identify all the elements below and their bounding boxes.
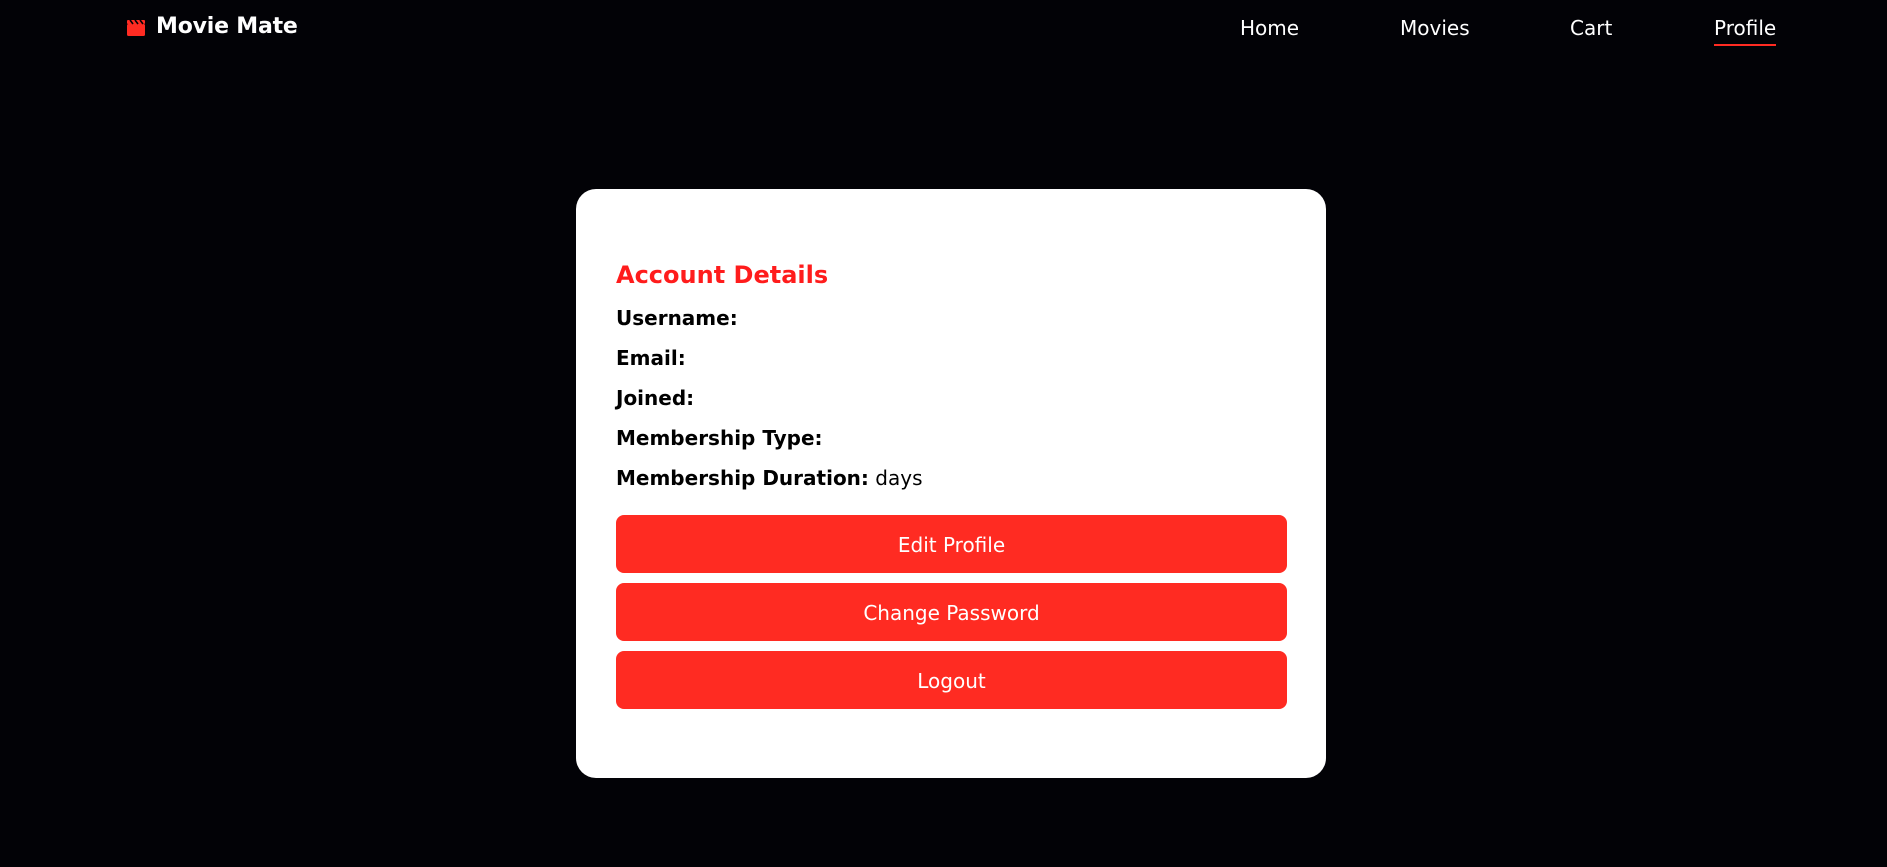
logout-button[interactable]: Logout xyxy=(616,651,1287,709)
brand-name: Movie Mate xyxy=(156,14,298,39)
clapperboard-icon xyxy=(126,18,146,36)
change-password-button[interactable]: Change Password xyxy=(616,583,1287,641)
email-row: Email: xyxy=(616,345,1286,371)
membership-duration-label: Membership Duration: xyxy=(616,466,869,490)
nav-link-home[interactable]: Home xyxy=(1240,16,1299,40)
nav-link-cart[interactable]: Cart xyxy=(1570,16,1612,40)
joined-row: Joined: xyxy=(616,385,1286,411)
username-row: Username: xyxy=(616,305,1286,331)
nav-link-movies[interactable]: Movies xyxy=(1400,16,1470,40)
brand-logo[interactable]: Movie Mate xyxy=(126,14,298,39)
edit-profile-button[interactable]: Edit Profile xyxy=(616,515,1287,573)
joined-label: Joined: xyxy=(616,386,695,410)
membership-duration-value: days xyxy=(875,466,923,490)
username-label: Username: xyxy=(616,306,738,330)
membership-type-label: Membership Type: xyxy=(616,426,823,450)
nav-link-profile[interactable]: Profile xyxy=(1714,16,1777,46)
email-label: Email: xyxy=(616,346,686,370)
account-details-title: Account Details xyxy=(616,261,829,289)
account-details-card: Account Details Username: Email: Joined:… xyxy=(576,189,1326,778)
membership-duration-row: Membership Duration: days xyxy=(616,465,1286,491)
top-navbar: Movie Mate Home Movies Cart Profile xyxy=(0,0,1887,58)
account-actions: Edit Profile Change Password Logout xyxy=(616,515,1287,709)
membership-type-row: Membership Type: xyxy=(616,425,1286,451)
